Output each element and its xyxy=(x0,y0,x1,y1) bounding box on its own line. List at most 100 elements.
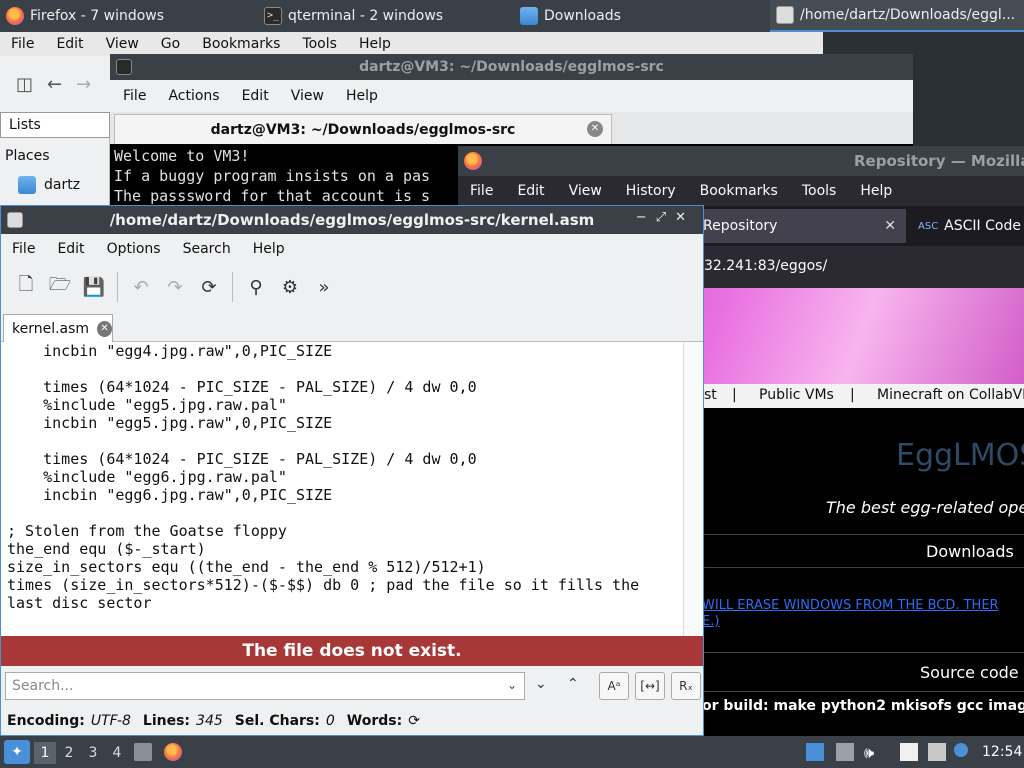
terminal-titlebar: dartz@VM3: ~/Downloads/egglmos-src xyxy=(110,54,913,80)
refresh-icon[interactable]: ⟳ xyxy=(408,713,420,729)
menu-file[interactable]: File xyxy=(0,36,45,52)
more-chevron-icon[interactable]: » xyxy=(309,272,339,302)
nav-link-minecraft[interactable]: Minecraft on CollabVM xyxy=(877,387,1024,403)
find-icon[interactable]: ⚲ xyxy=(241,272,271,302)
page-heading: EggLMOS xyxy=(896,438,1024,473)
close-icon[interactable]: ✕ xyxy=(675,210,695,225)
close-icon[interactable]: ✕ xyxy=(587,121,603,137)
menu-help[interactable]: Help xyxy=(242,241,296,257)
browser-tab-ascii[interactable]: ASC ASCII Code - xyxy=(918,209,1024,243)
menu-help[interactable]: Help xyxy=(348,36,402,52)
workspace-2[interactable]: 2 xyxy=(58,742,80,764)
words-label: Words: xyxy=(346,713,403,729)
sidebar-item-home[interactable]: dartz xyxy=(18,176,80,194)
back-arrow-icon[interactable]: ← xyxy=(47,74,62,95)
new-window-icon[interactable]: ◫ xyxy=(16,74,33,95)
start-menu-icon[interactable]: ✦ xyxy=(4,740,30,764)
forward-arrow-icon[interactable]: → xyxy=(76,74,91,95)
chevron-down-icon[interactable]: ⌄ xyxy=(507,678,517,692)
close-icon[interactable]: ✕ xyxy=(97,320,112,337)
menu-help[interactable]: Help xyxy=(848,183,904,199)
task-label: qterminal - 2 windows xyxy=(288,8,444,24)
menu-view[interactable]: View xyxy=(557,183,614,199)
code-line: incbin "egg6.jpg.raw",0,PIC_SIZE xyxy=(7,486,333,504)
task-label: Firefox - 7 windows xyxy=(30,8,165,24)
match-case-icon[interactable]: Aᵃ xyxy=(599,672,629,700)
code-line: times (size_in_sectors*512)-($-$$) db 0 … xyxy=(7,576,640,594)
menu-go[interactable]: Go xyxy=(150,36,191,52)
menu-history[interactable]: History xyxy=(614,183,688,199)
menu-file[interactable]: File xyxy=(1,241,46,257)
search-input[interactable] xyxy=(5,672,525,700)
code-text[interactable]: incbin "egg4.jpg.raw",0,PIC_SIZE​ times … xyxy=(7,342,679,636)
search-bar: ⌄ ⌄ ⌃ Aᵃ [↔] Rₓ xyxy=(1,666,703,706)
workspace-1[interactable]: 1 xyxy=(34,742,56,764)
tab-label: ASCII Code - xyxy=(944,218,1024,234)
clipboard-icon[interactable] xyxy=(836,743,854,761)
task-firefox[interactable]: Firefox - 7 windows xyxy=(6,0,256,32)
file-manager-toolbar: ◫ ← → xyxy=(0,56,110,112)
task-editor[interactable]: /home/dartz/Downloads/eggl... xyxy=(770,0,1024,32)
menu-tools[interactable]: Tools xyxy=(790,183,849,199)
menu-bookmarks[interactable]: Bookmarks xyxy=(191,36,291,52)
close-icon[interactable]: ✕ xyxy=(884,218,896,234)
code-line: incbin "egg5.jpg.raw",0,PIC_SIZE xyxy=(7,414,333,432)
nav-link-public-vms[interactable]: Public VMs xyxy=(759,387,834,403)
download-link[interactable]: WILL ERASE WINDOWS FROM THE BCD. THER E.… xyxy=(702,598,1024,630)
source-code-heading: Source code xyxy=(704,652,1024,692)
menu-edit[interactable]: Edit xyxy=(505,183,556,199)
menu-search[interactable]: Search xyxy=(172,241,242,257)
menu-edit[interactable]: Edit xyxy=(231,88,280,104)
save-icon[interactable]: 💾 xyxy=(79,272,109,302)
menu-view[interactable]: View xyxy=(280,88,335,104)
error-banner: The file does not exist. xyxy=(1,636,703,666)
menu-file[interactable]: File xyxy=(458,183,505,199)
menu-bookmarks[interactable]: Bookmarks xyxy=(688,183,790,199)
updates-icon[interactable] xyxy=(954,743,968,757)
sidebar-lists[interactable]: Lists xyxy=(0,112,110,138)
ascii-favicon-icon: ASC xyxy=(918,220,939,232)
nav-separator: | xyxy=(732,387,737,403)
notes-icon[interactable] xyxy=(900,743,918,761)
find-replace-icon[interactable]: ⚙ xyxy=(275,272,305,302)
workspace-3[interactable]: 3 xyxy=(82,742,104,764)
task-qterminal[interactable]: >_ qterminal - 2 windows xyxy=(264,0,514,32)
minimize-icon[interactable]: − xyxy=(636,210,656,225)
network-icon[interactable] xyxy=(928,743,946,761)
code-editor[interactable]: incbin "egg4.jpg.raw",0,PIC_SIZE​ times … xyxy=(1,342,703,636)
firefox-launcher-icon[interactable] xyxy=(164,743,182,761)
menu-edit[interactable]: Edit xyxy=(45,36,94,52)
code-line: ​ xyxy=(7,504,679,522)
editor-window: /home/dartz/Downloads/egglmos/egglmos-sr… xyxy=(0,205,704,736)
reload-icon[interactable]: ⟳ xyxy=(194,272,224,302)
redo-icon[interactable]: ↷ xyxy=(160,272,190,302)
menu-actions[interactable]: Actions xyxy=(157,88,230,104)
display-icon[interactable] xyxy=(806,743,824,761)
menu-file[interactable]: File xyxy=(112,88,157,104)
menu-options[interactable]: Options xyxy=(96,241,172,257)
whole-word-icon[interactable]: [↔] xyxy=(635,672,665,700)
file-manager-launcher-icon[interactable] xyxy=(134,743,152,761)
vertical-scrollbar[interactable] xyxy=(683,342,703,636)
regex-icon[interactable]: Rₓ xyxy=(671,672,701,700)
find-next-icon[interactable]: ⌄ xyxy=(535,676,547,692)
task-label: /home/dartz/Downloads/eggl... xyxy=(800,7,1016,23)
terminal-tab[interactable]: dartz@VM3: ~/Downloads/egglmos-src ✕ xyxy=(114,114,612,144)
maximize-icon[interactable]: ⤢ xyxy=(656,210,675,225)
editor-toolbar: 🗋 🗁 💾 ↶ ↷ ⟳ ⚲ ⚙ » xyxy=(1,264,703,310)
editor-tab[interactable]: kernel.asm ✕ xyxy=(3,314,113,342)
nav-link-first[interactable]: st xyxy=(704,387,717,403)
task-downloads[interactable]: Downloads xyxy=(520,0,765,32)
undo-icon[interactable]: ↶ xyxy=(126,272,156,302)
menu-view[interactable]: View xyxy=(95,36,150,52)
new-file-icon[interactable]: 🗋 xyxy=(11,272,41,302)
clock[interactable]: 12:54 xyxy=(982,744,1022,760)
volume-icon[interactable]: 🕪 xyxy=(864,743,882,762)
workspace-4[interactable]: 4 xyxy=(106,742,128,764)
menu-edit[interactable]: Edit xyxy=(46,241,95,257)
menu-tools[interactable]: Tools xyxy=(291,36,348,52)
open-folder-icon[interactable]: 🗁 xyxy=(45,272,75,302)
find-previous-icon[interactable]: ⌃ xyxy=(567,676,579,692)
url-bar[interactable]: 32.241:83/eggos/ xyxy=(704,258,827,274)
menu-help[interactable]: Help xyxy=(335,88,389,104)
